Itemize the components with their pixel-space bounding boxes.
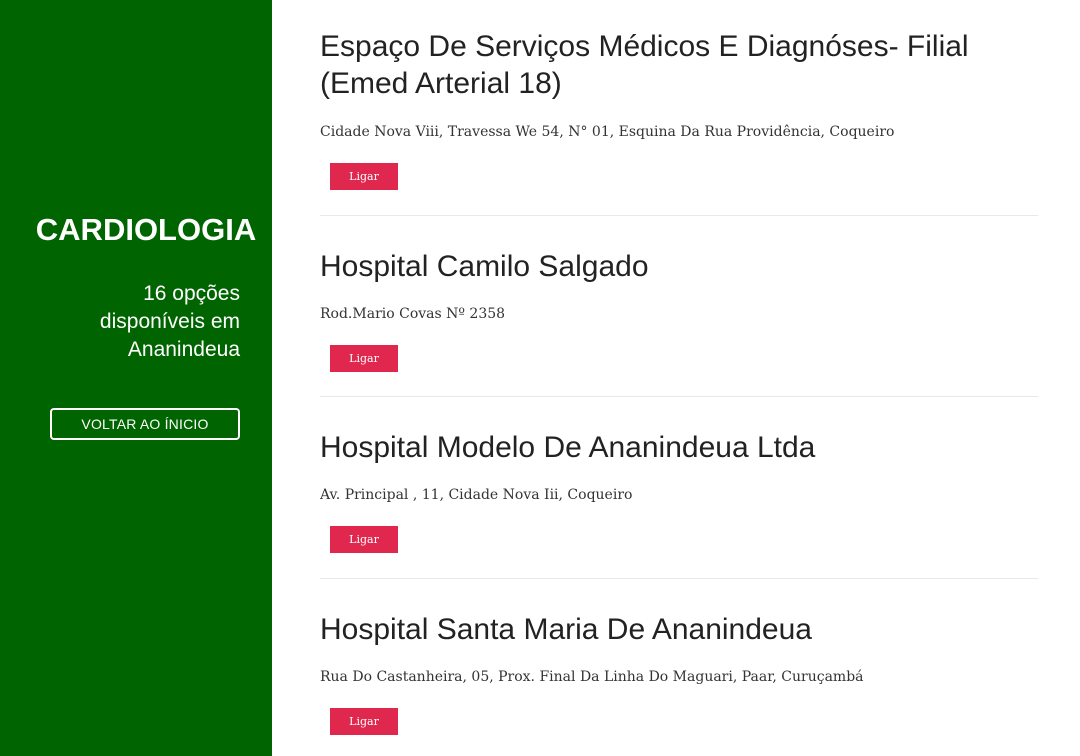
listings-main: Espaço De Serviços Médicos E Diagnóses- …	[320, 0, 1038, 756]
specialty-title: CARDIOLOGIA	[35, 212, 257, 247]
listing-name-line2: (Emed Arterial 18)	[320, 67, 562, 100]
options-count: 16 opções disponíveis em Ananindeua	[40, 280, 240, 364]
listing-name: Espaço De Serviços Médicos E Diagnóses- …	[320, 28, 1038, 102]
call-button[interactable]: Ligar	[330, 526, 398, 553]
listing-name: Hospital Camilo Salgado	[320, 250, 649, 283]
options-count-city: Ananindeua	[127, 338, 240, 361]
listing-name: Hospital Santa Maria De Ananindeua	[320, 613, 812, 646]
listing-address: Rod.Mario Covas Nº 2358	[320, 306, 506, 322]
listing-address: Cidade Nova Viii, Travessa We 54, N° 01,…	[320, 124, 895, 140]
call-button[interactable]: Ligar	[330, 163, 398, 190]
options-count-text: disponíveis em	[99, 310, 240, 333]
call-button[interactable]: Ligar	[330, 708, 398, 735]
sidebar: CARDIOLOGIA 16 opções disponíveis em Ana…	[0, 0, 272, 756]
listing-address: Av. Principal , 11, Cidade Nova Iii, Coq…	[320, 487, 633, 503]
page: CARDIOLOGIA 16 opções disponíveis em Ana…	[0, 0, 1080, 756]
listing-divider	[320, 578, 1038, 579]
options-count-number: 16 opções	[143, 282, 240, 305]
call-button[interactable]: Ligar	[330, 345, 398, 372]
listing-divider	[320, 396, 1038, 397]
listing-name-line1: Espaço De Serviços Médicos E Diagnóses- …	[320, 30, 969, 63]
back-to-home-button[interactable]: VOLTAR AO ÍNICIO	[50, 408, 240, 440]
listing-address: Rua Do Castanheira, 05, Prox. Final Da L…	[320, 669, 864, 685]
listing-name: Hospital Modelo De Ananindeua Ltda	[320, 431, 816, 464]
listing-divider	[320, 215, 1038, 216]
